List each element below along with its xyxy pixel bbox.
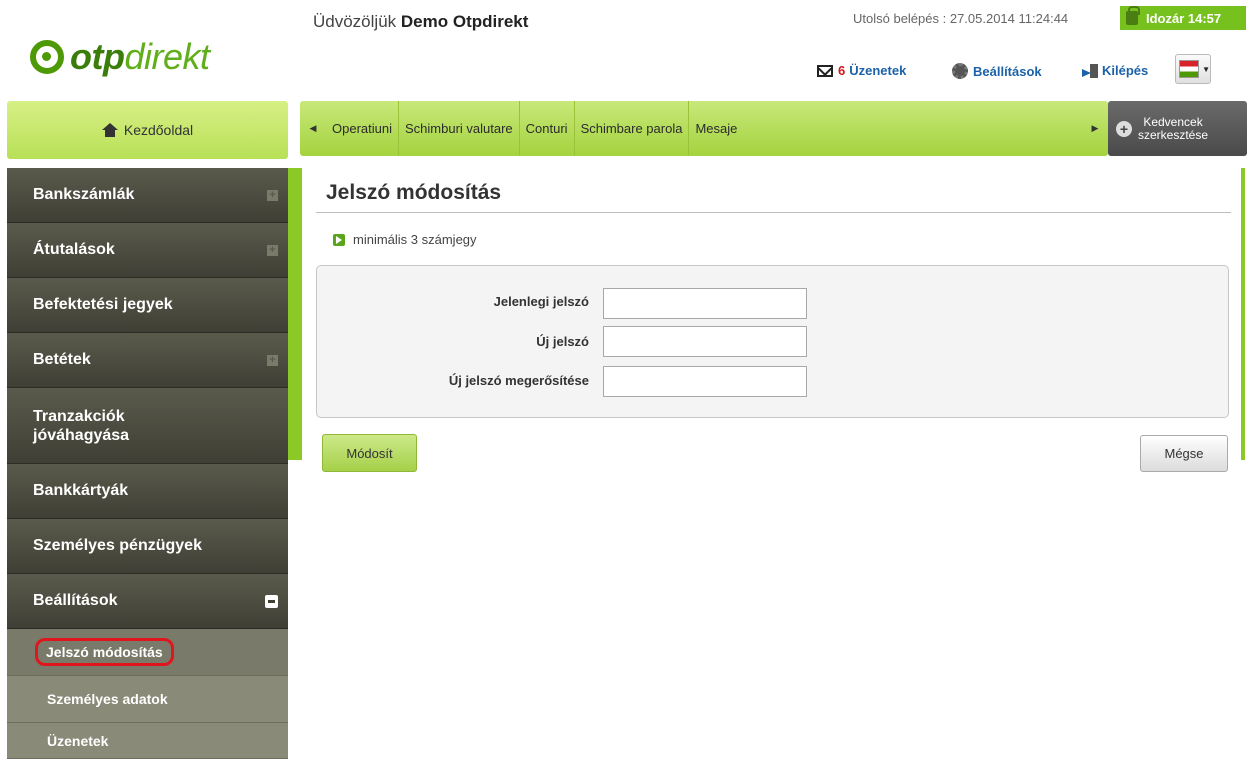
sidebar-item-label: Betétek [33, 351, 91, 368]
sidebar-item-bankszamlak[interactable]: Bankszámlák + [7, 168, 288, 223]
sidebar-item-tranzakciok-jovahagyasa[interactable]: Tranzakciók jóváhagyása [7, 388, 288, 464]
otpdirekt-logo: otp direkt [30, 36, 210, 78]
submit-button[interactable]: Módosít [322, 434, 417, 472]
settings-label: Beállítások [973, 63, 1042, 79]
sidebar-item-label: Bankszámlák [33, 186, 135, 203]
right-accent-stripe [1241, 168, 1245, 460]
sidebar-item-beallitasok[interactable]: Beállítások [7, 574, 288, 629]
sidebar-item-label: Beállítások [33, 592, 118, 609]
sidebar-item-label: Személyes pénzügyek [33, 537, 202, 554]
plus-circle-icon: + [1116, 120, 1132, 137]
chevron-down-icon: ▼ [1202, 64, 1210, 74]
new-password-label: Új jelszó [536, 334, 589, 349]
new-password-input[interactable] [603, 326, 807, 357]
sidebar-subitem-uzenetek[interactable]: Üzenetek [7, 723, 288, 759]
sidebar: Bankszámlák + Átutalások + Befektetési j… [7, 168, 288, 759]
menu-scroll-right-icon[interactable]: ▶ [1082, 123, 1108, 134]
confirm-password-input[interactable] [603, 366, 807, 397]
last-login: Utolsó belépés : 27.05.2014 11:24:44 [853, 11, 1069, 26]
expand-icon: + [267, 189, 278, 201]
favorites-label-line1: Kedvencek [1143, 114, 1203, 129]
top-menu-bar: ◀ Operatiuni Schimburi valutare Conturi … [300, 101, 1108, 156]
welcome-name: Demo Otpdirekt [400, 12, 529, 31]
session-timer: Idozár 14:57 [1120, 6, 1246, 30]
menu-item-operatiuni[interactable]: Operatiuni [326, 101, 399, 156]
logo-text-light: direkt [124, 36, 210, 77]
favorites-label: Kedvencek szerkesztése [1138, 114, 1209, 142]
otp-logo-icon [30, 40, 64, 74]
logout-link[interactable]: Kilépés [1082, 63, 1148, 78]
sidebar-item-atutalasok[interactable]: Átutalások + [7, 223, 288, 278]
home-icon [101, 123, 118, 137]
menu-item-mesaje[interactable]: Mesaje [689, 101, 743, 156]
gear-icon [952, 63, 968, 79]
messages-count: 6 [838, 63, 846, 78]
current-password-input[interactable] [603, 288, 807, 319]
password-hint: minimális 3 számjegy [333, 232, 477, 247]
home-label: Kezdőoldal [123, 122, 194, 138]
logout-icon [1082, 63, 1098, 78]
edit-favorites-button[interactable]: + Kedvencek szerkesztése [1108, 101, 1247, 156]
sidebar-item-label-line2: jóváhagyása [33, 426, 130, 444]
favorites-label-line2: szerkesztése [1138, 127, 1209, 142]
page-title: Jelszó módosítás [326, 181, 502, 204]
language-selector[interactable]: ▼ [1175, 54, 1211, 84]
home-button[interactable]: Kezdőoldal [7, 101, 288, 159]
sidebar-item-befektetesi-jegyek[interactable]: Befektetési jegyek [7, 278, 288, 333]
arrow-right-icon [333, 233, 345, 246]
sidebar-subitem-label: Üzenetek [47, 732, 109, 749]
settings-link[interactable]: Beállítások [952, 63, 1042, 79]
menu-item-schimburi-valutare[interactable]: Schimburi valutare [399, 101, 520, 156]
hungarian-flag-icon [1179, 60, 1200, 78]
messages-link[interactable]: 6 Üzenetek [817, 63, 906, 78]
menu-scroll-left-icon[interactable]: ◀ [300, 123, 326, 134]
expand-icon: + [267, 244, 278, 256]
hint-text: minimális 3 számjegy [353, 232, 477, 247]
sidebar-subitem-label: Jelszó módosítás [35, 638, 174, 666]
sidebar-item-szemelyes-penzugyek[interactable]: Személyes pénzügyek [7, 519, 288, 574]
sidebar-item-label: Tranzakciók jóváhagyása [33, 407, 129, 445]
menu-item-schimbare-parola[interactable]: Schimbare parola [575, 101, 690, 156]
current-password-label: Jelenlegi jelszó [493, 294, 589, 309]
welcome-text: Üdvözöljük Demo Otpdirekt [313, 12, 528, 32]
sidebar-subitem-szemelyes-adatok[interactable]: Személyes adatok [7, 676, 288, 723]
logout-label: Kilépés [1102, 63, 1149, 78]
sidebar-item-betetek[interactable]: Betétek + [7, 333, 288, 388]
confirm-password-label: Új jelszó megerősítése [448, 373, 589, 388]
sidebar-item-label: Bankkártyák [33, 482, 129, 499]
welcome-prefix: Üdvözöljük [313, 12, 397, 31]
logo-text-bold: otp [70, 36, 125, 77]
sidebar-accent-stripe [288, 168, 302, 460]
cancel-button[interactable]: Mégse [1140, 435, 1228, 472]
timer-text: Idozár 14:57 [1146, 10, 1222, 26]
expand-icon: + [267, 354, 278, 366]
collapse-icon [265, 594, 278, 608]
envelope-icon [817, 64, 833, 77]
sidebar-item-label: Befektetési jegyek [33, 296, 173, 313]
menu-item-conturi[interactable]: Conturi [520, 101, 575, 156]
title-divider [316, 212, 1231, 213]
sidebar-subitem-label: Személyes adatok [47, 691, 168, 707]
sidebar-item-label: Átutalások [33, 241, 115, 258]
sidebar-subitem-jelszo-modositas[interactable]: Jelszó módosítás [7, 629, 288, 676]
sidebar-item-bankkartyak[interactable]: Bankkártyák [7, 464, 288, 519]
lock-icon [1126, 6, 1140, 25]
sidebar-item-label-line1: Tranzakciók [33, 407, 125, 425]
messages-label: Üzenetek [849, 63, 907, 78]
